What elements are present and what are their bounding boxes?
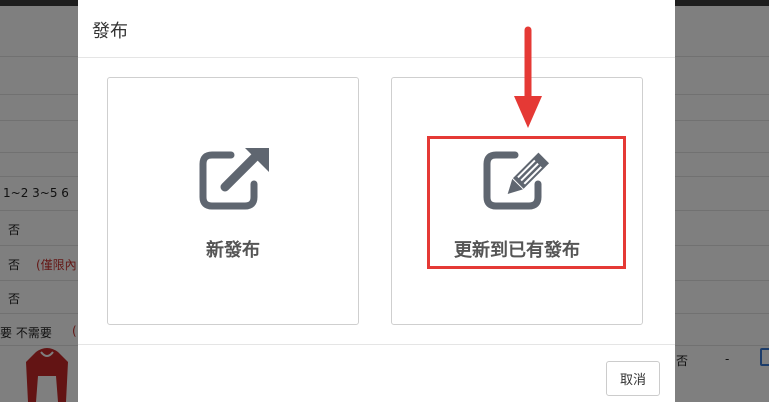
new-publish-label: 新發布 <box>206 240 260 261</box>
highlight-box <box>427 136 626 269</box>
modal-title: 發布 <box>92 21 128 42</box>
new-publish-option[interactable]: 新發布 <box>107 77 359 325</box>
cancel-button[interactable]: 取消 <box>606 361 660 396</box>
modal-footer: 取消 <box>78 344 675 403</box>
modal-header: 發布 <box>78 0 675 58</box>
publish-modal: 發布 新發布 更新到已有發布 取消 <box>78 0 675 402</box>
external-link-icon <box>199 148 269 210</box>
down-arrow-icon <box>514 26 542 128</box>
